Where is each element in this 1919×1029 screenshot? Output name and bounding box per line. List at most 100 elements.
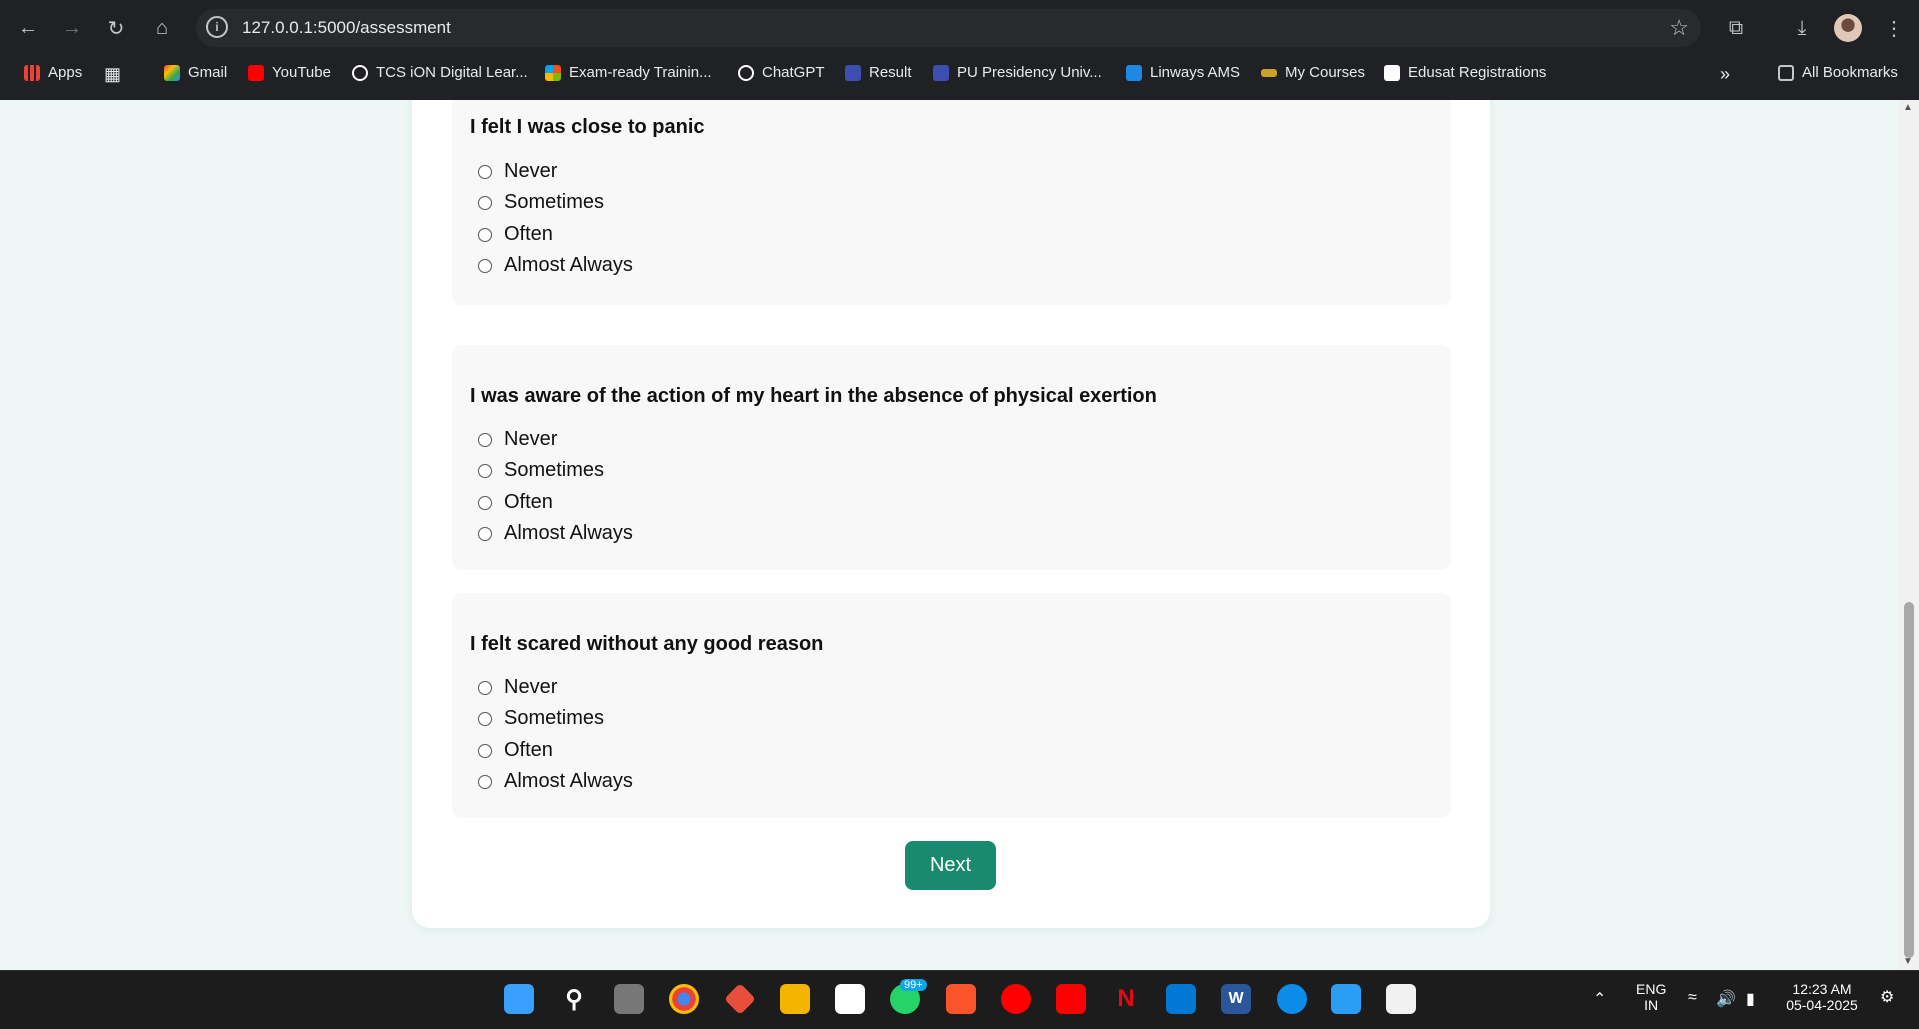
extensions-icon[interactable]: ⧉ xyxy=(1720,12,1752,44)
notification-icon[interactable]: ⚙ xyxy=(1880,987,1894,1007)
file-explorer-icon[interactable] xyxy=(780,984,810,1014)
volume-icon[interactable]: 🔊 xyxy=(1716,989,1736,1009)
reload-icon[interactable]: ↻ xyxy=(100,12,132,44)
bookmark-tcs-ion[interactable]: TCS iON Digital Lear... xyxy=(352,64,528,81)
apps-grid-icon xyxy=(24,64,40,81)
option-almost-always[interactable]: Almost Always xyxy=(478,770,633,793)
question-card-3: I felt scared without any good reason Ne… xyxy=(452,593,1451,818)
menu-kebab-icon[interactable]: ⋮ xyxy=(1878,12,1910,44)
all-bookmarks[interactable]: All Bookmarks xyxy=(1778,64,1898,81)
task-view-icon[interactable] xyxy=(614,984,644,1014)
option-sometimes[interactable]: Sometimes xyxy=(478,707,604,730)
option-label: Sometimes xyxy=(504,707,605,729)
radio-button[interactable] xyxy=(478,774,492,789)
home-icon[interactable]: ⌂ xyxy=(146,12,178,44)
tcs-ion-icon xyxy=(352,64,368,81)
option-label: Never xyxy=(504,676,558,698)
bookmark-result[interactable]: Result xyxy=(845,64,912,81)
back-icon[interactable]: ← xyxy=(12,12,44,44)
radio-button[interactable] xyxy=(478,711,492,726)
radio-button[interactable] xyxy=(478,743,492,758)
language-indicator[interactable]: ENG IN xyxy=(1636,981,1666,1013)
notepad-icon[interactable] xyxy=(1331,984,1361,1014)
address-bar[interactable]: i 127.0.0.1:5000/assessment ☆ xyxy=(196,9,1701,47)
option-label: Often xyxy=(504,223,553,245)
youtube-taskbar-icon[interactable] xyxy=(1056,984,1086,1014)
bookmark-label: TCS iON Digital Lear... xyxy=(376,64,528,81)
browser-toolbar: ← → ↻ ⌂ i 127.0.0.1:5000/assessment ☆ ⧉ … xyxy=(0,0,1919,55)
bookmark-pu-presidency[interactable]: PU Presidency Univ... xyxy=(933,64,1102,81)
option-never[interactable]: Never xyxy=(478,428,557,451)
more-bookmarks-icon[interactable]: » xyxy=(1720,64,1730,85)
option-sometimes[interactable]: Sometimes xyxy=(478,191,604,214)
option-label: Often xyxy=(504,491,553,513)
option-label: Almost Always xyxy=(504,254,633,276)
option-sometimes[interactable]: Sometimes xyxy=(478,459,604,482)
folder-icon xyxy=(1778,64,1794,81)
bookmark-gmail[interactable]: Gmail xyxy=(164,64,227,81)
download-icon[interactable]: ⤓ xyxy=(1786,12,1818,44)
git-icon[interactable] xyxy=(724,983,756,1015)
wifi-icon[interactable]: ≈ xyxy=(1688,989,1697,1007)
clock[interactable]: 12:23 AM 05-04-2025 xyxy=(1780,981,1864,1013)
option-never[interactable]: Never xyxy=(478,676,557,699)
bookmark-apps[interactable]: Apps xyxy=(24,64,82,81)
bookmark-linways[interactable]: Linways AMS xyxy=(1126,64,1240,81)
vertical-scrollbar[interactable]: ▲ ▼ xyxy=(1899,100,1919,970)
forward-icon[interactable]: → xyxy=(56,12,88,44)
radio-button[interactable] xyxy=(478,680,492,695)
scrollbar-thumb[interactable] xyxy=(1904,602,1914,958)
radio-button[interactable] xyxy=(478,227,492,242)
tab-groups-icon[interactable]: ▦ xyxy=(104,64,121,85)
option-label: Sometimes xyxy=(504,191,605,213)
bookmark-chatgpt[interactable]: ChatGPT xyxy=(738,64,825,81)
option-almost-always[interactable]: Almost Always xyxy=(478,254,633,277)
vscode-icon[interactable] xyxy=(1166,984,1196,1014)
result-icon xyxy=(845,64,861,81)
bookmark-label: YouTube xyxy=(272,64,331,81)
bookmarks-bar: Apps ▦ Gmail YouTube TCS iON Digital Lea… xyxy=(0,56,1919,92)
chrome-taskbar-icon[interactable] xyxy=(669,984,699,1014)
word-icon[interactable]: W xyxy=(1221,984,1251,1014)
profile-avatar[interactable] xyxy=(1834,14,1862,42)
radio-button[interactable] xyxy=(478,432,492,447)
radio-button[interactable] xyxy=(478,164,492,179)
option-label: Sometimes xyxy=(504,459,605,481)
gmail-icon xyxy=(164,64,180,81)
bookmark-edusat[interactable]: Edusat Registrations xyxy=(1384,64,1546,81)
next-button[interactable]: Next xyxy=(905,841,996,890)
option-never[interactable]: Never xyxy=(478,160,557,183)
scroll-up-icon[interactable]: ▲ xyxy=(1903,102,1913,113)
windows-start-icon[interactable] xyxy=(504,984,534,1014)
show-hidden-icons[interactable]: ⌃ xyxy=(1593,989,1606,1009)
store-icon[interactable] xyxy=(835,984,865,1014)
bookmark-star-icon[interactable]: ☆ xyxy=(1669,15,1689,41)
battery-icon[interactable]: ▮ xyxy=(1746,989,1755,1009)
brave-icon[interactable] xyxy=(946,984,976,1014)
youtube-music-icon[interactable] xyxy=(1001,984,1031,1014)
option-often[interactable]: Often xyxy=(478,739,553,762)
windows-taskbar: ⚲ 99+ N W ⌃ ENG IN ≈ 🔊 ▮ 12:23 AM 05-04-20… xyxy=(0,970,1919,1029)
radio-button[interactable] xyxy=(478,195,492,210)
option-often[interactable]: Often xyxy=(478,223,553,246)
question-text: I felt scared without any good reason xyxy=(470,633,824,655)
pu-icon xyxy=(933,64,949,81)
bookmark-my-courses[interactable]: My Courses xyxy=(1261,64,1365,81)
url-text[interactable]: 127.0.0.1:5000/assessment xyxy=(242,18,451,38)
radio-button[interactable] xyxy=(478,463,492,478)
search-icon[interactable]: ⚲ xyxy=(559,984,589,1014)
snipping-tool-icon[interactable] xyxy=(1386,984,1416,1014)
netflix-icon[interactable]: N xyxy=(1111,984,1141,1014)
bookmark-exam-ready[interactable]: Exam-ready Trainin... xyxy=(545,64,712,81)
option-often[interactable]: Often xyxy=(478,491,553,514)
radio-button[interactable] xyxy=(478,526,492,541)
radio-button[interactable] xyxy=(478,258,492,273)
bookmark-label: Edusat Registrations xyxy=(1408,64,1547,81)
bookmark-label: Apps xyxy=(48,64,83,81)
edge-icon[interactable] xyxy=(1277,984,1307,1014)
radio-button[interactable] xyxy=(478,495,492,510)
scroll-down-icon[interactable]: ▼ xyxy=(1903,956,1913,967)
bookmark-youtube[interactable]: YouTube xyxy=(248,64,331,81)
site-info-icon[interactable]: i xyxy=(206,16,228,38)
option-almost-always[interactable]: Almost Always xyxy=(478,522,633,545)
